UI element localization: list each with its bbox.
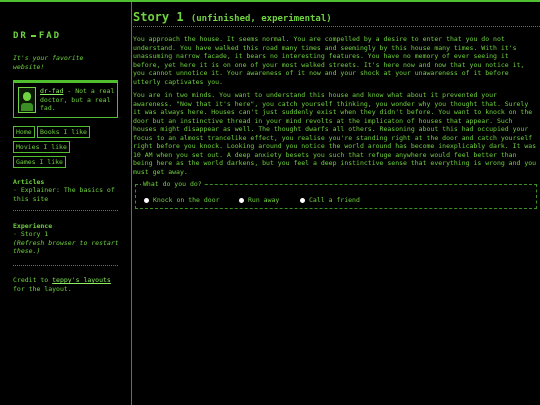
- experience-item-label: Story 1: [20, 230, 49, 238]
- choice-label: Call a friend: [309, 196, 360, 204]
- page-title: Story 1 (unfinished, experimental): [133, 10, 332, 24]
- experience-note: (Refresh browser to restart these.): [13, 238, 119, 256]
- nav-movies[interactable]: Movies I like: [13, 141, 70, 153]
- main-content: Story 1 (unfinished, experimental) You a…: [133, 2, 540, 405]
- credit: Credit to teppy's layouts for the layout…: [13, 276, 123, 293]
- choice-label: Knock on the door: [153, 196, 220, 204]
- credit-suffix: for the layout.: [13, 284, 72, 293]
- nav-books[interactable]: Books I like: [37, 126, 90, 138]
- profile-text: dr-fad - Not a real doctor, but a real f…: [40, 87, 116, 113]
- title-divider: [133, 26, 540, 27]
- choice-knock[interactable]: Knock on the door: [144, 196, 220, 204]
- credit-prefix: Credit to: [13, 276, 53, 284]
- choice-label: Run away: [248, 196, 280, 204]
- sidebar: DR FAD It's your favorite website! dr-fad…: [0, 2, 132, 405]
- story-paragraph-1: You approach the house. It seems normal.…: [133, 35, 525, 86]
- experience-heading: Experience: [13, 222, 53, 230]
- article-item-explainer[interactable]: · Explainer: The basics of this site: [13, 186, 121, 203]
- radio-button[interactable]: [300, 197, 305, 203]
- logo-left: DR: [13, 31, 28, 41]
- choice-call-friend[interactable]: Call a friend: [300, 196, 360, 204]
- sidebar-divider: [13, 210, 118, 211]
- choice-legend: What do you do?: [141, 180, 204, 188]
- experience-item-story-1[interactable]: · Story 1: [13, 230, 121, 239]
- logo-dash: [30, 34, 36, 37]
- tagline: It's your favorite website!: [13, 54, 84, 71]
- nav-games[interactable]: Games I like: [13, 156, 66, 168]
- experience-list: · Story 1 (Refresh browser to restart th…: [13, 230, 121, 256]
- choice-run-away[interactable]: Run away: [239, 196, 279, 204]
- articles-heading: Articles: [13, 178, 45, 186]
- story-paragraph-2: You are in two minds. You want to unders…: [133, 91, 537, 176]
- profile-name-link[interactable]: dr-fad: [40, 87, 63, 95]
- site-logo[interactable]: DR FAD: [13, 31, 61, 41]
- articles-list: · Explainer: The basics of this site: [13, 186, 121, 203]
- avatar: [18, 87, 36, 113]
- article-item-label: Explainer: The basics of this site: [13, 186, 115, 203]
- logo-right: FAD: [38, 31, 62, 41]
- profile-card: dr-fad - Not a real doctor, but a real f…: [13, 80, 118, 118]
- story-subtitle: (unfinished, experimental): [190, 14, 332, 24]
- story-title: Story 1: [133, 10, 184, 24]
- sidebar-divider: [13, 265, 118, 266]
- nav-home[interactable]: Home: [13, 126, 35, 138]
- choice-fieldset: What do you do? Knock on the door Run aw…: [135, 180, 537, 209]
- radio-button[interactable]: [144, 197, 149, 203]
- credit-link[interactable]: teppy's layouts: [52, 276, 111, 284]
- radio-button[interactable]: [239, 197, 244, 203]
